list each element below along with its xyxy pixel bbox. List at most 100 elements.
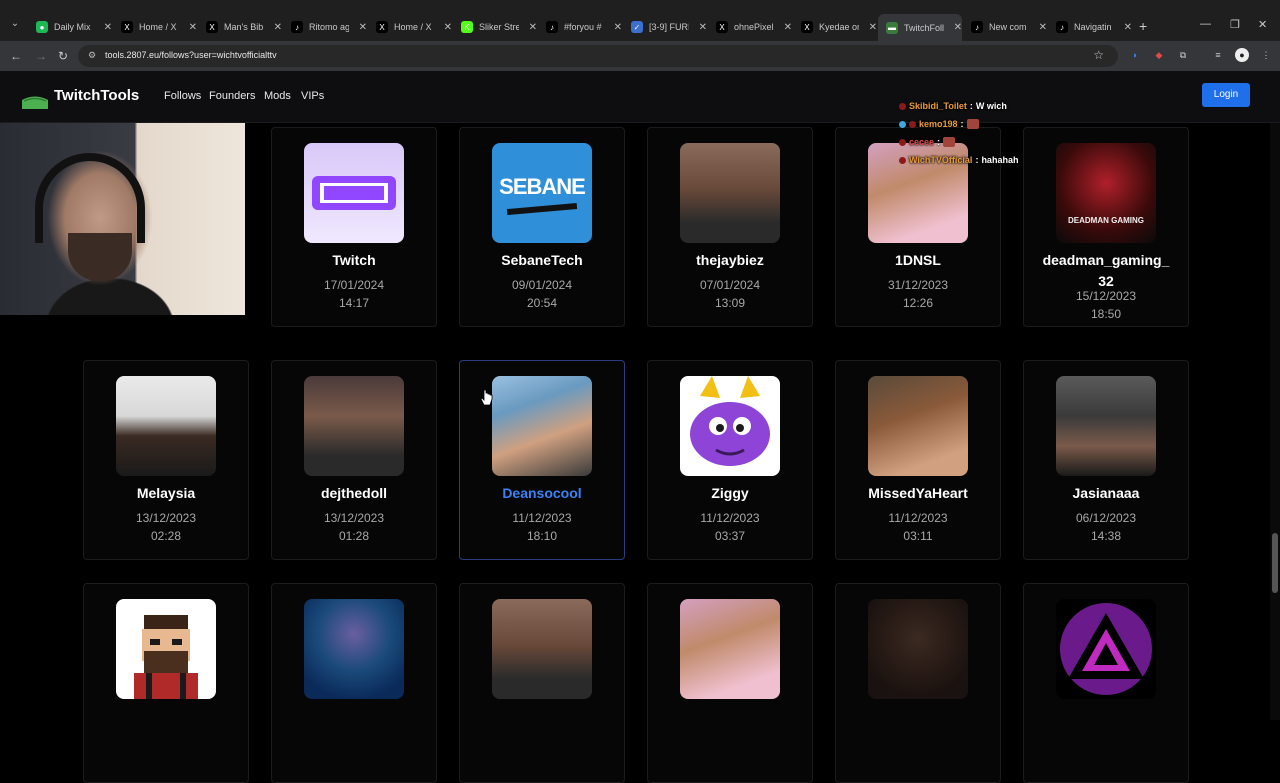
tab-title: TwitchFoll: [904, 22, 944, 33]
follow-card[interactable]: Jasianaaa 06/12/2023 14:38: [1023, 360, 1189, 560]
avatar[interactable]: [1056, 376, 1156, 476]
avatar[interactable]: [868, 376, 968, 476]
new-tab-button[interactable]: +: [1139, 18, 1147, 34]
follow-card[interactable]: thejaybiez 07/01/2024 13:09: [647, 127, 813, 327]
url-input[interactable]: ⚙ tools.2807.eu/follows?user=wichtvoffic…: [78, 45, 1118, 67]
browser-tab[interactable]: XohnePixel ✕: [708, 16, 792, 38]
browser-tab[interactable]: ♪ Ritomo ag ✕: [283, 16, 367, 38]
follow-username[interactable]: Jasianaaa: [1024, 483, 1188, 504]
follow-username[interactable]: thejaybiez: [648, 250, 812, 271]
url-text[interactable]: tools.2807.eu/follows?user=wichtvofficia…: [105, 50, 277, 60]
avatar[interactable]: [492, 599, 592, 699]
tab-close-icon[interactable]: ✕: [614, 22, 622, 33]
page-scrollbar[interactable]: [1270, 123, 1280, 720]
avatar[interactable]: [680, 143, 780, 243]
logo-icon[interactable]: [22, 95, 48, 109]
follow-date: 07/01/2024: [699, 278, 761, 292]
browser-tab[interactable]: ● Daily Mix ✕: [28, 16, 112, 38]
follow-username[interactable]: Ziggy: [648, 483, 812, 504]
browser-tab[interactable]: ▬ TwitchFoll ✕: [878, 14, 962, 41]
follow-card[interactable]: [835, 583, 1001, 783]
tab-close-icon[interactable]: ✕: [954, 22, 962, 33]
browser-tab[interactable]: ♪ New com ✕: [963, 16, 1047, 38]
follow-card[interactable]: SEBANE SebaneTech 09/01/2024 20:54: [459, 127, 625, 327]
brand-name[interactable]: TwitchTools: [54, 87, 139, 104]
tab-close-icon[interactable]: ✕: [1039, 22, 1047, 33]
follow-card[interactable]: [1023, 583, 1189, 783]
avatar[interactable]: [116, 376, 216, 476]
follow-username[interactable]: dejthedoll: [272, 483, 436, 504]
tab-close-icon[interactable]: ✕: [529, 22, 537, 33]
avatar[interactable]: [680, 599, 780, 699]
minimize-icon[interactable]: —: [1200, 18, 1211, 30]
browser-tab[interactable]: X Home / X ✕: [113, 16, 197, 38]
nav-vips[interactable]: VIPs: [301, 90, 324, 102]
extensions-puzzle-icon[interactable]: ⧉: [1176, 48, 1190, 62]
tab-close-icon[interactable]: ✕: [699, 22, 707, 33]
tab-close-icon[interactable]: ✕: [189, 22, 197, 33]
follow-card[interactable]: [271, 583, 437, 783]
login-button[interactable]: Login: [1202, 83, 1250, 107]
browser-tab[interactable]: X Man's Bib ✕: [198, 16, 282, 38]
follow-username[interactable]: SebaneTech: [460, 250, 624, 271]
tab-close-icon[interactable]: ✕: [1124, 22, 1132, 33]
follow-date: 13/12/2023: [135, 511, 197, 525]
browser-tab[interactable]: ✓ [3-9] FURI ✕: [623, 16, 707, 38]
follow-card[interactable]: Ziggy 11/12/2023 03:37: [647, 360, 813, 560]
avatar[interactable]: [680, 376, 780, 476]
browser-tab[interactable]: ♪ #foryou # ✕: [538, 16, 622, 38]
avatar[interactable]: [868, 599, 968, 699]
follow-card[interactable]: Twitch 17/01/2024 14:17: [271, 127, 437, 327]
tab-close-icon[interactable]: ✕: [784, 22, 792, 33]
browser-tab[interactable]: K Sliker Stre ✕: [453, 16, 537, 38]
reading-list-icon[interactable]: ≡: [1211, 48, 1225, 62]
close-window-icon[interactable]: ✕: [1258, 18, 1267, 31]
avatar[interactable]: [116, 599, 216, 699]
forward-icon[interactable]: →: [35, 49, 47, 63]
avatar[interactable]: [304, 143, 404, 243]
tab-close-icon[interactable]: ✕: [274, 22, 282, 33]
follow-card[interactable]: MissedYaHeart 11/12/2023 03:11: [835, 360, 1001, 560]
tab-close-icon[interactable]: ✕: [359, 22, 367, 33]
reload-icon[interactable]: ↻: [58, 49, 68, 63]
follow-card[interactable]: [459, 583, 625, 783]
browser-tab[interactable]: X Home / X ✕: [368, 16, 452, 38]
tab-close-icon[interactable]: ✕: [444, 22, 452, 33]
follow-card[interactable]: Melaysia 13/12/2023 02:28: [83, 360, 249, 560]
scrollbar-thumb[interactable]: [1272, 533, 1278, 593]
tab-close-icon[interactable]: ✕: [104, 22, 112, 33]
avatar[interactable]: [304, 376, 404, 476]
avatar-logo-text: DEADMAN GAMING: [1068, 216, 1144, 225]
follow-username[interactable]: MissedYaHeart: [836, 483, 1000, 504]
tab-close-icon[interactable]: ✕: [869, 22, 877, 33]
back-icon[interactable]: ←: [10, 49, 22, 63]
follow-username[interactable]: Twitch: [272, 250, 436, 271]
follow-card[interactable]: dejthedoll 13/12/2023 01:28: [271, 360, 437, 560]
extension-icon[interactable]: ◆: [1152, 48, 1166, 62]
avatar[interactable]: [304, 599, 404, 699]
restore-icon[interactable]: ❐: [1230, 18, 1240, 31]
tab-favicon-icon: ▬: [886, 21, 898, 34]
browser-tab[interactable]: X Kyedae on ✕: [793, 16, 877, 38]
follow-username[interactable]: 1DNSL: [836, 250, 1000, 271]
bookmark-star-icon[interactable]: ☆: [1093, 48, 1104, 62]
browser-menu-icon[interactable]: ⋮: [1259, 48, 1273, 62]
nav-founders[interactable]: Founders: [209, 90, 255, 102]
follow-username[interactable]: deadman_gaming_32: [1024, 250, 1188, 292]
follow-card[interactable]: [647, 583, 813, 783]
follow-username[interactable]: Deansocool: [460, 483, 624, 504]
browser-tab-strip: ⌄ ● Daily Mix ✕ X Home / X ✕ X Man's Bib ✕ ♪ Ritom…: [0, 0, 1280, 41]
extension-icon[interactable]: ◗: [1128, 48, 1142, 62]
follow-username[interactable]: Melaysia: [84, 483, 248, 504]
nav-follows[interactable]: Follows: [164, 90, 201, 102]
avatar[interactable]: [492, 376, 592, 476]
avatar[interactable]: [1056, 599, 1156, 699]
site-info-icon[interactable]: ⚙: [88, 50, 96, 61]
avatar[interactable]: SEBANE: [492, 143, 592, 243]
tab-search-button[interactable]: ⌄: [8, 17, 22, 31]
nav-mods[interactable]: Mods: [264, 90, 291, 102]
profile-avatar-icon[interactable]: ●: [1235, 48, 1249, 62]
browser-tab[interactable]: ♪ Navigatin ✕: [1048, 16, 1132, 38]
follow-card[interactable]: [83, 583, 249, 783]
tab-favicon-icon: X: [376, 21, 388, 33]
